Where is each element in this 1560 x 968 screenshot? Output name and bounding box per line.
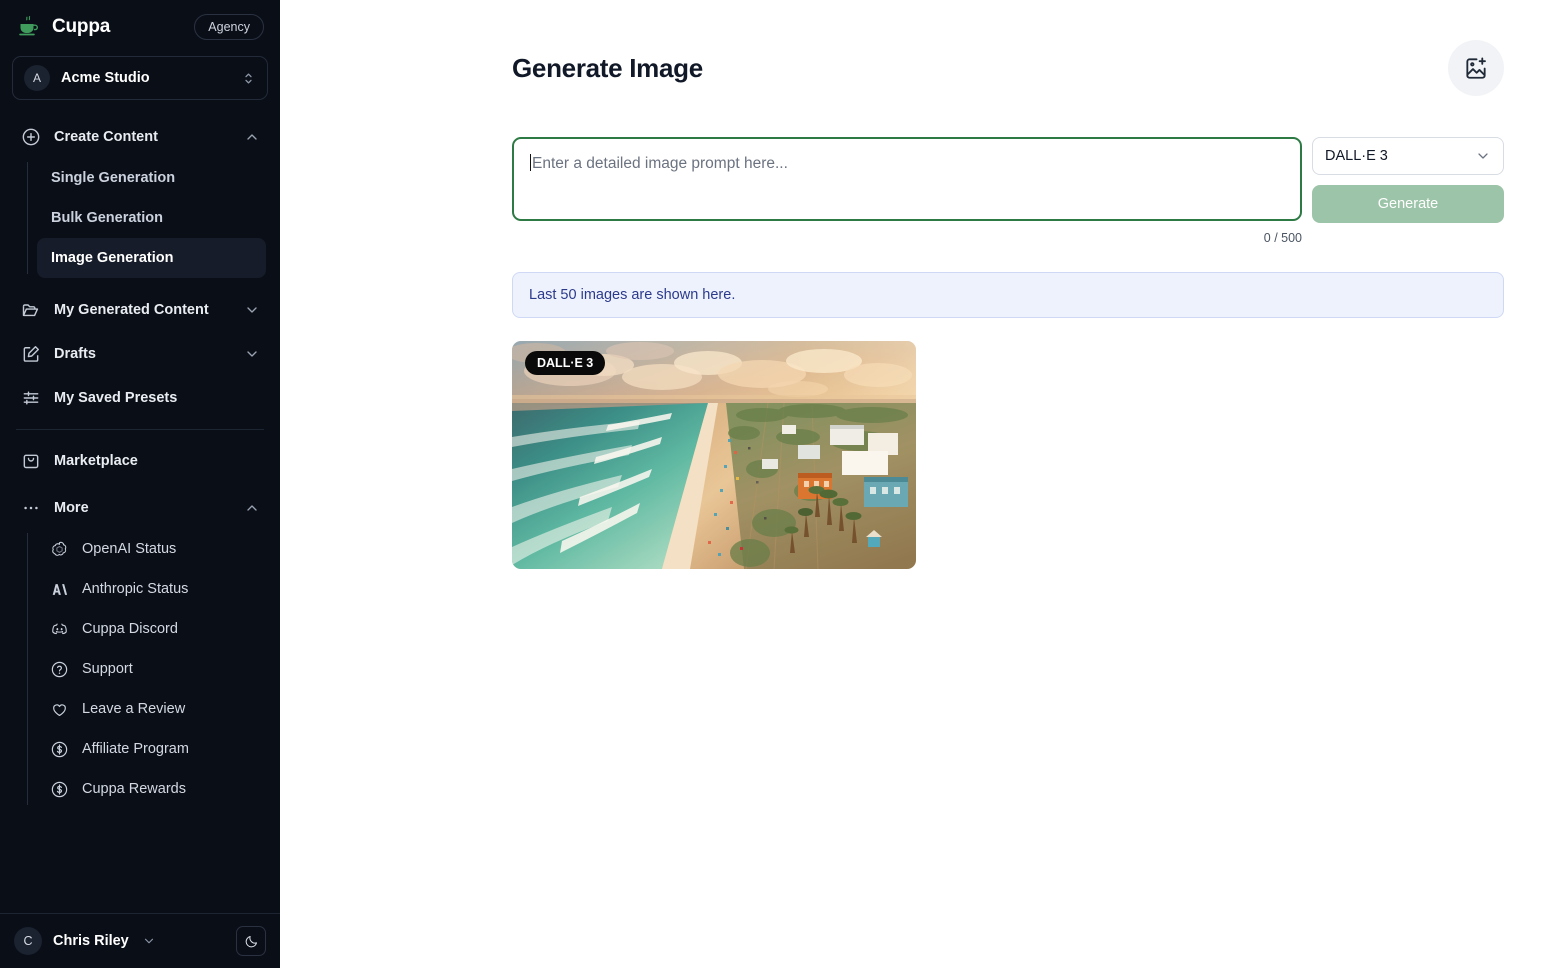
- sidebar-group-more[interactable]: More: [12, 487, 268, 529]
- sidebar-item-bulk-generation[interactable]: Bulk Generation: [37, 198, 266, 238]
- sidebar-item-label: OpenAI Status: [82, 541, 177, 557]
- image-plus-icon: [1463, 55, 1489, 81]
- sidebar-item-cuppa-discord[interactable]: Cuppa Discord: [37, 609, 266, 649]
- info-banner: Last 50 images are shown here.: [512, 272, 1504, 318]
- chevron-down-icon[interactable]: [142, 934, 156, 948]
- sidebar-nav: Create Content Single Generation Bulk Ge…: [0, 114, 280, 913]
- sidebar-item-label: Image Generation: [51, 250, 174, 266]
- generate-button[interactable]: Generate: [1312, 185, 1504, 223]
- sidebar-divider: [16, 429, 264, 430]
- model-select[interactable]: DALL·E 3: [1312, 137, 1504, 175]
- theme-toggle-button[interactable]: [236, 926, 266, 956]
- image-gallery: DALL·E 3: [512, 341, 1504, 569]
- prompt-row: Enter a detailed image prompt here... DA…: [512, 137, 1504, 223]
- sidebar-item-label: Affiliate Program: [82, 741, 189, 757]
- sidebar: Cuppa Agency A Acme Studio Create Conten…: [0, 0, 280, 968]
- moon-icon: [244, 934, 259, 949]
- sidebar-item-my-generated-content[interactable]: My Generated Content: [12, 288, 268, 332]
- shopping-bag-icon: [20, 451, 41, 472]
- character-counter: 0 / 500: [1263, 231, 1302, 245]
- chevron-down-icon: [1475, 148, 1491, 164]
- openai-icon: [49, 539, 69, 559]
- sidebar-item-label: My Saved Presets: [54, 390, 178, 406]
- question-circle-icon: [49, 659, 69, 679]
- dollar-circle-icon: [49, 739, 69, 759]
- upload-image-button[interactable]: [1448, 40, 1504, 96]
- anthropic-icon: [49, 579, 69, 599]
- sidebar-item-label: Drafts: [54, 346, 96, 362]
- plan-badge: Agency: [194, 14, 264, 40]
- sidebar-item-label: Cuppa Discord: [82, 621, 178, 637]
- plus-circle-icon: [20, 127, 41, 148]
- sidebar-item-label: My Generated Content: [54, 302, 209, 318]
- sidebar-item-affiliate-program[interactable]: Affiliate Program: [37, 729, 266, 769]
- model-select-value: DALL·E 3: [1325, 148, 1388, 164]
- sidebar-subnav-create-content: Single Generation Bulk Generation Image …: [27, 158, 280, 278]
- sidebar-item-label: Bulk Generation: [51, 210, 163, 226]
- sidebar-group-label: Create Content: [54, 129, 158, 145]
- sidebar-subnav-more: OpenAI Status Anthropic Status Cuppa Dis…: [27, 529, 280, 809]
- pencil-square-icon: [20, 344, 41, 365]
- discord-icon: [49, 619, 69, 639]
- sidebar-brand: Cuppa Agency: [0, 0, 280, 52]
- sidebar-item-label: Marketplace: [54, 453, 138, 469]
- org-switcher[interactable]: A Acme Studio: [12, 56, 268, 100]
- coffee-cup-icon: [16, 14, 42, 40]
- generate-panel: Enter a detailed image prompt here... DA…: [280, 96, 1560, 569]
- app-root: Cuppa Agency A Acme Studio Create Conten…: [0, 0, 1560, 968]
- chevron-up-icon: [244, 129, 260, 145]
- avatar: C: [14, 927, 42, 955]
- sidebar-item-single-generation[interactable]: Single Generation: [37, 158, 266, 198]
- org-avatar: A: [24, 65, 50, 91]
- dollar-circle-icon: [49, 779, 69, 799]
- sidebar-item-label: Support: [82, 661, 133, 677]
- sidebar-item-openai-status[interactable]: OpenAI Status: [37, 529, 266, 569]
- gallery-item[interactable]: DALL·E 3: [512, 341, 916, 569]
- sidebar-item-image-generation[interactable]: Image Generation: [37, 238, 266, 278]
- brand-name: Cuppa: [52, 16, 111, 37]
- sidebar-item-marketplace[interactable]: Marketplace: [12, 439, 268, 483]
- sidebar-item-leave-a-review[interactable]: Leave a Review: [37, 689, 266, 729]
- chevron-down-icon: [244, 302, 260, 318]
- model-badge: DALL·E 3: [525, 351, 606, 375]
- sidebar-item-label: Leave a Review: [82, 701, 186, 717]
- sliders-icon: [20, 388, 41, 409]
- folder-open-icon: [20, 300, 41, 321]
- chevron-down-icon: [244, 346, 260, 362]
- info-banner-text: Last 50 images are shown here.: [529, 287, 736, 303]
- sidebar-group-label: More: [54, 500, 89, 516]
- org-name: Acme Studio: [61, 70, 150, 86]
- sidebar-footer: C Chris Riley: [0, 913, 280, 968]
- main-content: Generate Image Enter a detailed image pr…: [280, 0, 1560, 968]
- generated-image: [512, 341, 916, 569]
- prompt-controls: DALL·E 3 Generate: [1312, 137, 1504, 223]
- heart-icon: [49, 699, 69, 719]
- sidebar-item-my-saved-presets[interactable]: My Saved Presets: [12, 376, 268, 420]
- sidebar-group-create-content[interactable]: Create Content: [12, 116, 268, 158]
- sidebar-item-label: Anthropic Status: [82, 581, 189, 597]
- ellipsis-icon: [20, 498, 41, 519]
- sidebar-item-label: Cuppa Rewards: [82, 781, 186, 797]
- sidebar-item-support[interactable]: Support: [37, 649, 266, 689]
- sidebar-item-anthropic-status[interactable]: Anthropic Status: [37, 569, 266, 609]
- sidebar-item-cuppa-rewards[interactable]: Cuppa Rewards: [37, 769, 266, 809]
- main-header: Generate Image: [280, 0, 1560, 96]
- prompt-placeholder: Enter a detailed image prompt here...: [532, 155, 788, 172]
- prompt-input[interactable]: Enter a detailed image prompt here...: [512, 137, 1302, 221]
- chevron-updown-icon: [241, 71, 256, 86]
- sidebar-item-drafts[interactable]: Drafts: [12, 332, 268, 376]
- page-title: Generate Image: [512, 52, 703, 83]
- text-caret: [530, 154, 531, 171]
- sidebar-item-label: Single Generation: [51, 170, 176, 186]
- chevron-up-icon: [244, 500, 260, 516]
- user-name[interactable]: Chris Riley: [53, 933, 129, 949]
